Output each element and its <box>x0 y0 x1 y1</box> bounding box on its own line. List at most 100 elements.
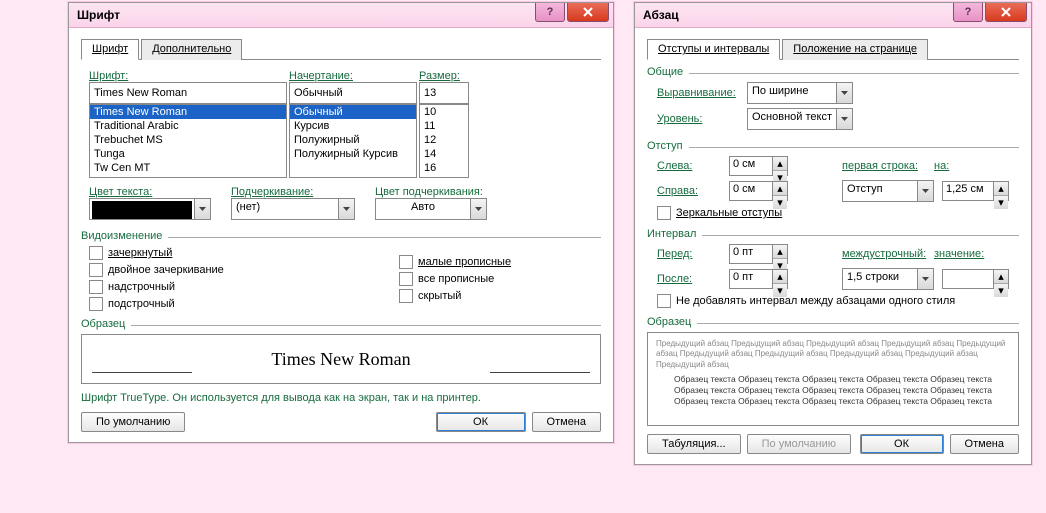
first-line-label: первая строка: <box>842 160 934 172</box>
font-label: Шрифт: <box>89 70 289 82</box>
left-spinner[interactable]: 0 см▴▾ <box>729 156 788 176</box>
spinner-buttons[interactable]: ▴▾ <box>772 182 787 200</box>
no-space-checkbox[interactable]: Не добавлять интервал между абзацами одн… <box>657 294 1019 308</box>
underline-color-label: Цвет подчеркивания: <box>375 186 505 198</box>
style-list[interactable]: Обычный Курсив Полужирный Полужирный Кур… <box>289 104 417 178</box>
tab-font[interactable]: Шрифт <box>81 39 139 60</box>
before-spinner[interactable]: 0 пт▴▾ <box>729 244 788 264</box>
chevron-down-icon <box>917 269 933 289</box>
before-label: Перед: <box>657 248 729 260</box>
general-group-label: Общие <box>647 66 683 78</box>
tabs-button[interactable]: Табуляция... <box>647 434 741 454</box>
font-color-label: Цвет текста: <box>89 186 217 198</box>
style-input[interactable] <box>289 82 417 104</box>
list-item[interactable]: Traditional Arabic <box>90 119 286 133</box>
spinner-buttons[interactable]: ▴▾ <box>772 157 787 175</box>
strike-checkbox[interactable]: зачеркнутый <box>89 246 399 260</box>
size-list[interactable]: 10 11 12 14 16 <box>419 104 469 178</box>
after-spinner[interactable]: 0 пт▴▾ <box>729 269 788 289</box>
font-input[interactable] <box>89 82 287 104</box>
chevron-down-icon <box>836 83 852 103</box>
sample-group-label: Образец <box>81 318 125 330</box>
list-item[interactable]: 12 <box>420 133 468 147</box>
line-spacing-label: междустрочный: <box>842 248 934 260</box>
small-caps-checkbox[interactable]: малые прописные <box>399 255 511 269</box>
cancel-button[interactable]: Отмена <box>532 412 601 432</box>
underline-combo[interactable]: (нет) <box>231 198 355 220</box>
help-button[interactable]: ? <box>535 3 565 22</box>
outline-label: Уровень: <box>657 113 747 125</box>
chevron-down-icon <box>836 109 852 129</box>
spacing-group-label: Интервал <box>647 228 696 240</box>
list-item[interactable]: Полужирный <box>290 133 416 147</box>
underline-label: Подчеркивание: <box>231 186 361 198</box>
list-item[interactable]: Tunga <box>90 147 286 161</box>
alignment-label: Выравнивание: <box>657 87 747 99</box>
tabstrip: Отступы и интервалы Положение на страниц… <box>647 38 1019 60</box>
ok-button[interactable]: ОК <box>860 434 944 454</box>
by-label: на: <box>934 160 964 172</box>
cancel-button[interactable]: Отмена <box>950 434 1019 454</box>
titlebar[interactable]: Абзац ? <box>635 3 1031 28</box>
tab-position[interactable]: Положение на странице <box>782 39 928 60</box>
chevron-down-icon <box>470 199 486 219</box>
chevron-down-icon <box>194 199 210 219</box>
help-button[interactable]: ? <box>953 3 983 22</box>
mirror-checkbox[interactable]: Зеркальные отступы <box>657 206 1019 220</box>
dialog-title: Абзац <box>643 8 679 22</box>
after-label: После: <box>657 273 729 285</box>
list-item[interactable]: Trebuchet MS <box>90 133 286 147</box>
left-label: Слева: <box>657 160 729 172</box>
defaults-button[interactable]: По умолчанию <box>81 412 185 432</box>
list-item[interactable]: 10 <box>420 105 468 119</box>
list-item[interactable]: Обычный <box>290 105 416 119</box>
list-item[interactable]: Курсив <box>290 119 416 133</box>
font-list[interactable]: Times New Roman Traditional Arabic Trebu… <box>89 104 287 178</box>
effects-group-label: Видоизменение <box>81 230 162 242</box>
style-label: Начертание: <box>289 70 419 82</box>
tabstrip: Шрифт Дополнительно <box>81 38 601 60</box>
sample-preview: Times New Roman <box>81 334 601 384</box>
subscript-checkbox[interactable]: подстрочный <box>89 297 399 311</box>
chevron-down-icon <box>338 199 354 219</box>
close-button[interactable] <box>985 3 1027 22</box>
spinner-buttons[interactable]: ▴▾ <box>772 270 787 288</box>
dialog-title: Шрифт <box>77 8 120 22</box>
font-color-combo[interactable] <box>89 198 211 220</box>
line-spacing-combo[interactable]: 1,5 строки <box>842 268 934 290</box>
close-button[interactable] <box>567 3 609 22</box>
superscript-checkbox[interactable]: надстрочный <box>89 280 399 294</box>
list-item[interactable]: Полужирный Курсив <box>290 147 416 161</box>
by-spinner[interactable]: 1,25 см▴▾ <box>942 181 1009 201</box>
alignment-combo[interactable]: По ширине <box>747 82 853 104</box>
right-spinner[interactable]: 0 см▴▾ <box>729 181 788 201</box>
at-spinner[interactable]: ▴▾ <box>942 269 1009 289</box>
hidden-checkbox[interactable]: скрытый <box>399 289 511 303</box>
paragraph-dialog: Абзац ? Отступы и интервалы Положение на… <box>634 2 1032 465</box>
list-item[interactable]: 14 <box>420 147 468 161</box>
double-strike-checkbox[interactable]: двойное зачеркивание <box>89 263 399 277</box>
tab-advanced[interactable]: Дополнительно <box>141 39 242 60</box>
spinner-buttons[interactable]: ▴▾ <box>993 270 1008 288</box>
outline-combo[interactable]: Основной текст <box>747 108 853 130</box>
footer-text: Шрифт TrueType. Он используется для выво… <box>81 392 601 404</box>
defaults-button[interactable]: По умолчанию <box>747 434 851 454</box>
first-line-combo[interactable]: Отступ <box>842 180 934 202</box>
list-item[interactable]: Tw Cen MT <box>90 161 286 175</box>
list-item[interactable]: Times New Roman <box>90 105 286 119</box>
ok-button[interactable]: ОК <box>436 412 526 432</box>
sample-group-label: Образец <box>647 316 691 328</box>
list-item[interactable]: 11 <box>420 119 468 133</box>
tab-indents[interactable]: Отступы и интервалы <box>647 39 780 60</box>
underline-color-combo[interactable]: Авто <box>375 198 487 220</box>
all-caps-checkbox[interactable]: все прописные <box>399 272 511 286</box>
spinner-buttons[interactable]: ▴▾ <box>993 182 1008 200</box>
right-label: Справа: <box>657 185 729 197</box>
chevron-down-icon <box>917 181 933 201</box>
indent-group-label: Отступ <box>647 140 683 152</box>
size-input[interactable] <box>419 82 469 104</box>
size-label: Размер: <box>419 70 489 82</box>
list-item[interactable]: 16 <box>420 161 468 175</box>
spinner-buttons[interactable]: ▴▾ <box>772 245 787 263</box>
titlebar[interactable]: Шрифт ? <box>69 3 613 28</box>
